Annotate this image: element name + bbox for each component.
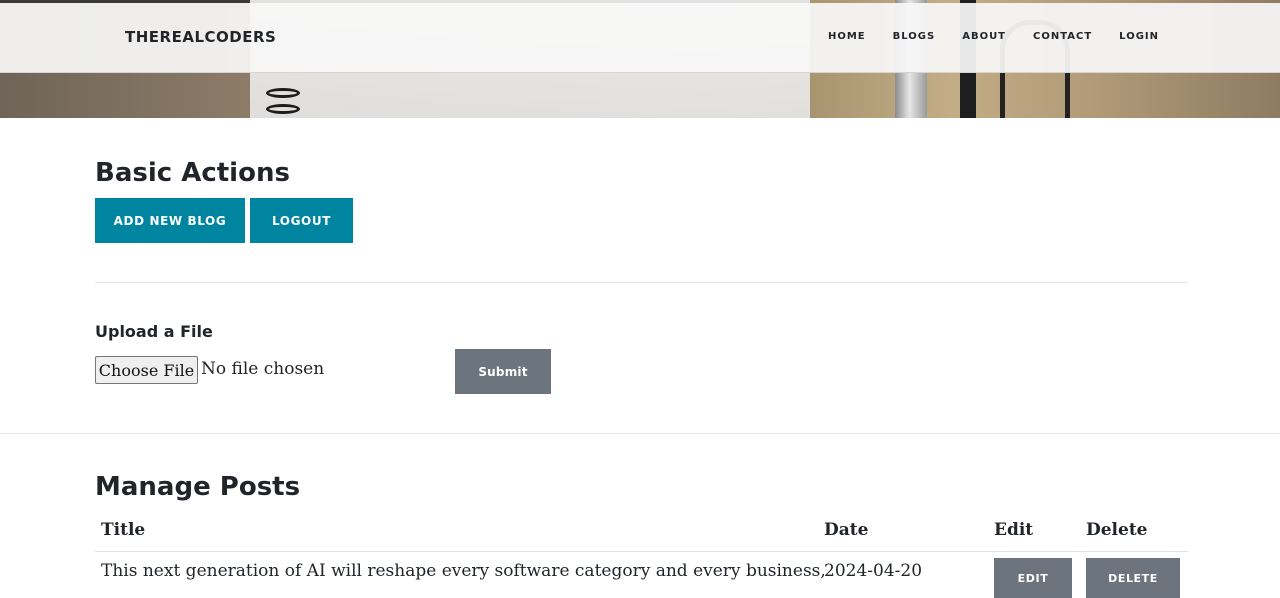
- post-title-cell: This next generation of AI will reshape …: [101, 561, 826, 581]
- file-status-text: No file chosen: [201, 359, 325, 379]
- post-date-cell: 2024-04-20: [824, 561, 923, 581]
- nav-link-blogs[interactable]: BLOGS: [893, 31, 936, 42]
- delete-post-button[interactable]: DELETE: [1086, 558, 1180, 598]
- navbar: THEREALCODERS HOME BLOGS ABOUT CONTACT L…: [0, 3, 1280, 73]
- basic-actions-heading: Basic Actions: [95, 158, 290, 188]
- edit-post-button[interactable]: EDIT: [994, 558, 1072, 598]
- notebook-ring: [266, 104, 300, 114]
- nav-link-login[interactable]: LOGIN: [1119, 31, 1159, 42]
- logout-button[interactable]: LOGOUT: [250, 198, 353, 243]
- column-header-title: Title: [101, 520, 146, 540]
- manage-posts-heading: Manage Posts: [95, 472, 301, 502]
- notebook-ring: [266, 88, 300, 98]
- submit-button[interactable]: Submit: [455, 349, 551, 394]
- divider: [95, 282, 1188, 283]
- brand-logo[interactable]: THEREALCODERS: [125, 28, 276, 46]
- table-row-divider: [95, 551, 1188, 552]
- column-header-edit: Edit: [994, 520, 1034, 540]
- nav-link-home[interactable]: HOME: [828, 31, 866, 42]
- upload-heading: Upload a File: [95, 322, 213, 341]
- divider: [0, 433, 1280, 434]
- nav-links: HOME BLOGS ABOUT CONTACT LOGIN: [801, 31, 1159, 42]
- choose-file-button[interactable]: Choose File: [95, 356, 198, 384]
- column-header-date: Date: [824, 520, 869, 540]
- add-new-blog-button[interactable]: ADD NEW BLOG: [95, 198, 245, 243]
- column-header-delete: Delete: [1086, 520, 1148, 540]
- nav-link-about[interactable]: ABOUT: [962, 31, 1006, 42]
- nav-link-contact[interactable]: CONTACT: [1033, 31, 1092, 42]
